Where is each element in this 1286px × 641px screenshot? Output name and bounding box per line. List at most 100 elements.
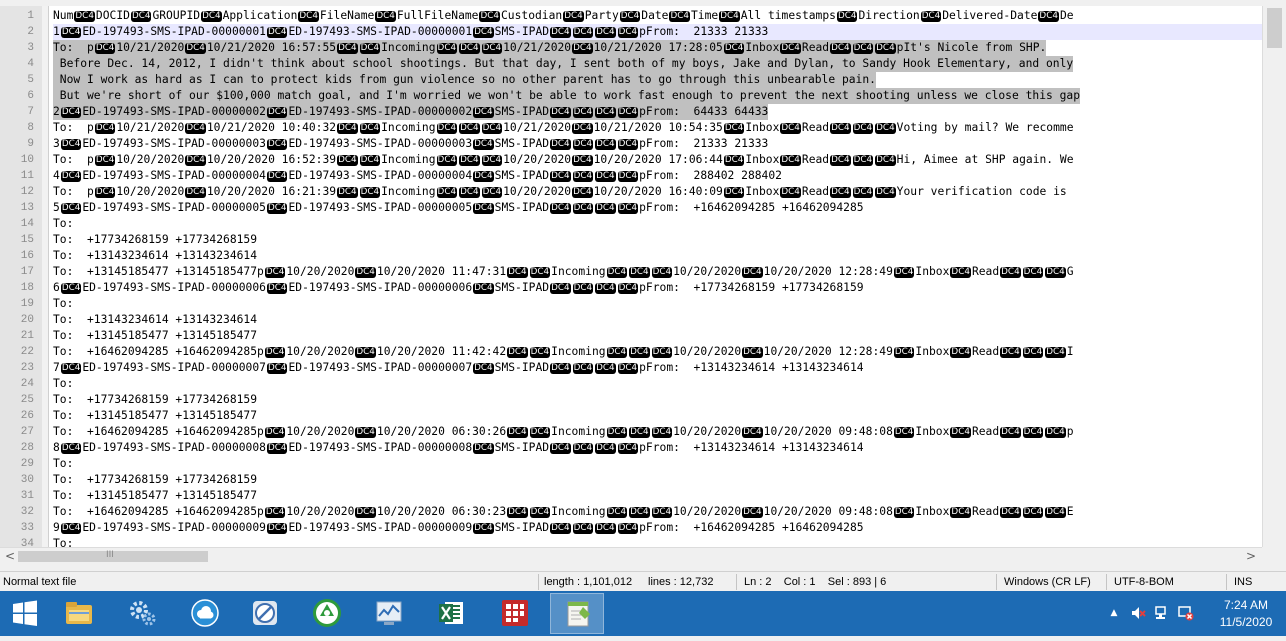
line-number[interactable]: 22 — [0, 344, 34, 360]
editor-line[interactable]: 8 DC4 ED-197493-SMS-IPAD-00000008 DC4 ED-197… — [53, 440, 864, 456]
line-number[interactable]: 2 — [0, 24, 34, 40]
editor-line[interactable]: 2 DC4 ED-197493-SMS-IPAD-00000002 DC4 ED-197… — [53, 104, 769, 120]
clock-date[interactable]: 11/5/2020 — [1216, 615, 1276, 629]
control-char-badge: DC4 — [473, 139, 494, 150]
line-number[interactable]: 33 — [0, 520, 34, 536]
control-char-badge: DC4 — [595, 363, 616, 374]
editor-line[interactable]: To: +16462094285 +16462094285p DC4 10/20/2… — [53, 344, 1074, 360]
taskbar-remote-desktop[interactable] — [238, 593, 292, 634]
editor-line[interactable]: 1 DC4 ED-197493-SMS-IPAD-00000001 DC4 ED-197… — [53, 24, 769, 40]
line-number[interactable]: 30 — [0, 472, 34, 488]
editor-line[interactable]: Now I work as hard as I can to protect k… — [53, 72, 876, 88]
editor-line[interactable]: 4 DC4 ED-197493-SMS-IPAD-00000004 DC4 ED-197… — [53, 168, 782, 184]
line-number[interactable]: 8 — [0, 120, 34, 136]
editor-line[interactable]: 3 DC4 ED-197493-SMS-IPAD-00000003 DC4 ED-197… — [53, 136, 768, 152]
line-number[interactable]: 13 — [0, 200, 34, 216]
taskbar-excel[interactable] — [424, 593, 478, 634]
line-number[interactable]: 17 — [0, 264, 34, 280]
editor-line[interactable]: To: +13145185477 +13145185477p DC4 10/20/2… — [53, 264, 1074, 280]
editor-line[interactable]: But we're short of our $100,000 match go… — [53, 88, 1080, 104]
speaker-muted-icon[interactable] — [1130, 605, 1146, 621]
line-number[interactable]: 29 — [0, 456, 34, 472]
control-char-badge: DC4 — [595, 283, 616, 294]
editor-line[interactable]: To: +13145185477 +13145185477 — [53, 328, 257, 344]
line-number[interactable]: 10 — [0, 152, 34, 168]
line-number[interactable]: 15 — [0, 232, 34, 248]
line-number[interactable]: 14 — [0, 216, 34, 232]
scroll-left-icon[interactable]: < — [2, 549, 18, 564]
line-number[interactable]: 9 — [0, 136, 34, 152]
taskbar-task-manager[interactable] — [362, 593, 416, 634]
horizontal-scrollbar[interactable]: < III > — [0, 547, 1262, 565]
editor-line[interactable]: To: — [53, 536, 73, 547]
text-editor[interactable]: 1 2 3 4 5 6 7 8 9 10 11 12 13 14 15 16 17 18 19 20 21 22 23 24 2… — [0, 6, 1262, 547]
scroll-grip-icon: III — [106, 550, 114, 560]
tray-overflow-icon[interactable]: ▲ — [1106, 605, 1122, 621]
editor-line[interactable]: Before Dec. 14, 2012, I didn't think abo… — [53, 56, 1074, 72]
editor-line[interactable]: To: +17734268159 +17734268159 — [53, 472, 257, 488]
editor-line[interactable]: To: p DC4 10/21/2020 DC4 10/21/2020 16:57:55… — [53, 40, 1047, 56]
line-number[interactable]: 27 — [0, 424, 34, 440]
line-number[interactable]: 18 — [0, 280, 34, 296]
line-number[interactable]: 26 — [0, 408, 34, 424]
editor-line[interactable]: To: p DC4 10/20/2020 DC4 10/20/2020 16:52:39… — [53, 152, 1074, 168]
clock-time[interactable]: 7:24 AM — [1216, 598, 1276, 612]
control-char-badge: DC4 — [617, 283, 639, 294]
network-icon[interactable] — [1154, 605, 1170, 621]
line-number[interactable]: 24 — [0, 376, 34, 392]
editor-line[interactable]: To: +16462094285 +16462094285p DC4 10/20/2… — [53, 504, 1074, 520]
editor-line[interactable]: Num DC4 DOCID DC4 GROUPID DC4 Application DC4 Fi… — [53, 8, 1074, 24]
editor-line[interactable]: To: — [53, 216, 73, 232]
status-eol[interactable]: Windows (CR LF) — [1004, 572, 1091, 592]
editor-line[interactable]: To: p DC4 10/21/2020 DC4 10/21/2020 10:40:32… — [53, 120, 1074, 136]
editor-line[interactable]: To: +13143234614 +13143234614 — [53, 248, 257, 264]
status-cursor-position: Ln : 2 Col : 1 Sel : 893 | 6 — [744, 576, 887, 588]
editor-line[interactable]: 7 DC4 ED-197493-SMS-IPAD-00000007 DC4 ED-197… — [53, 360, 864, 376]
line-number[interactable]: 1 — [0, 8, 34, 24]
vertical-scrollbar[interactable] — [1262, 6, 1286, 547]
line-number[interactable]: 34 — [0, 536, 34, 547]
line-number[interactable]: 12 — [0, 184, 34, 200]
line-number[interactable]: 5 — [0, 72, 34, 88]
editor-line[interactable]: To: +13143234614 +13143234614 — [53, 312, 257, 328]
line-number[interactable]: 28 — [0, 440, 34, 456]
editor-line[interactable]: To: +13145185477 +13145185477 — [53, 408, 257, 424]
line-number[interactable]: 31 — [0, 488, 34, 504]
editor-line[interactable]: 9 DC4 ED-197493-SMS-IPAD-00000009 DC4 ED-197… — [53, 520, 864, 536]
editor-line[interactable]: To: +17734268159 +17734268159 — [53, 392, 257, 408]
line-number[interactable]: 25 — [0, 392, 34, 408]
editor-line[interactable]: To: +16462094285 +16462094285p DC4 10/20/2… — [53, 424, 1074, 440]
editor-line[interactable]: 6 DC4 ED-197493-SMS-IPAD-00000006 DC4 ED-197… — [53, 280, 864, 296]
editor-line[interactable]: To: +13145185477 +13145185477 — [53, 488, 257, 504]
line-number[interactable]: 23 — [0, 360, 34, 376]
taskbar-green-app[interactable] — [300, 593, 354, 634]
editor-line[interactable]: 5 DC4 ED-197493-SMS-IPAD-00000005 DC4 ED-197… — [53, 200, 864, 216]
line-number[interactable]: 20 — [0, 312, 34, 328]
taskbar-notepad-plus[interactable] — [550, 593, 604, 634]
control-char-badge: DC4 — [266, 107, 288, 118]
taskbar-file-explorer[interactable] — [52, 593, 106, 634]
scroll-right-icon[interactable]: > — [1243, 549, 1259, 564]
editor-line[interactable]: To: — [53, 456, 73, 472]
editor-line[interactable]: To: — [53, 296, 73, 312]
line-number[interactable]: 4 — [0, 56, 34, 72]
taskbar-server-manager[interactable] — [116, 593, 170, 634]
line-number[interactable]: 19 — [0, 296, 34, 312]
line-number[interactable]: 3 — [0, 40, 34, 56]
line-number[interactable]: 16 — [0, 248, 34, 264]
line-number[interactable]: 32 — [0, 504, 34, 520]
vertical-scroll-thumb[interactable] — [1267, 8, 1282, 48]
editor-line[interactable]: To: +17734268159 +17734268159 — [53, 232, 257, 248]
taskbar-grid-app[interactable] — [488, 593, 542, 634]
status-encoding[interactable]: UTF-8-BOM — [1114, 572, 1174, 592]
start-button[interactable] — [0, 591, 50, 636]
editor-line[interactable]: To: p DC4 10/20/2020 DC4 10/20/2020 16:21:39… — [53, 184, 1067, 200]
status-insert-mode[interactable]: INS — [1234, 572, 1252, 592]
line-number[interactable]: 11 — [0, 168, 34, 184]
action-center-alert-icon[interactable] — [1178, 605, 1194, 621]
taskbar-cloud-app[interactable] — [178, 593, 232, 634]
line-number[interactable]: 21 — [0, 328, 34, 344]
line-number[interactable]: 7 — [0, 104, 34, 120]
line-number[interactable]: 6 — [0, 88, 34, 104]
editor-line[interactable]: To: — [53, 376, 73, 392]
